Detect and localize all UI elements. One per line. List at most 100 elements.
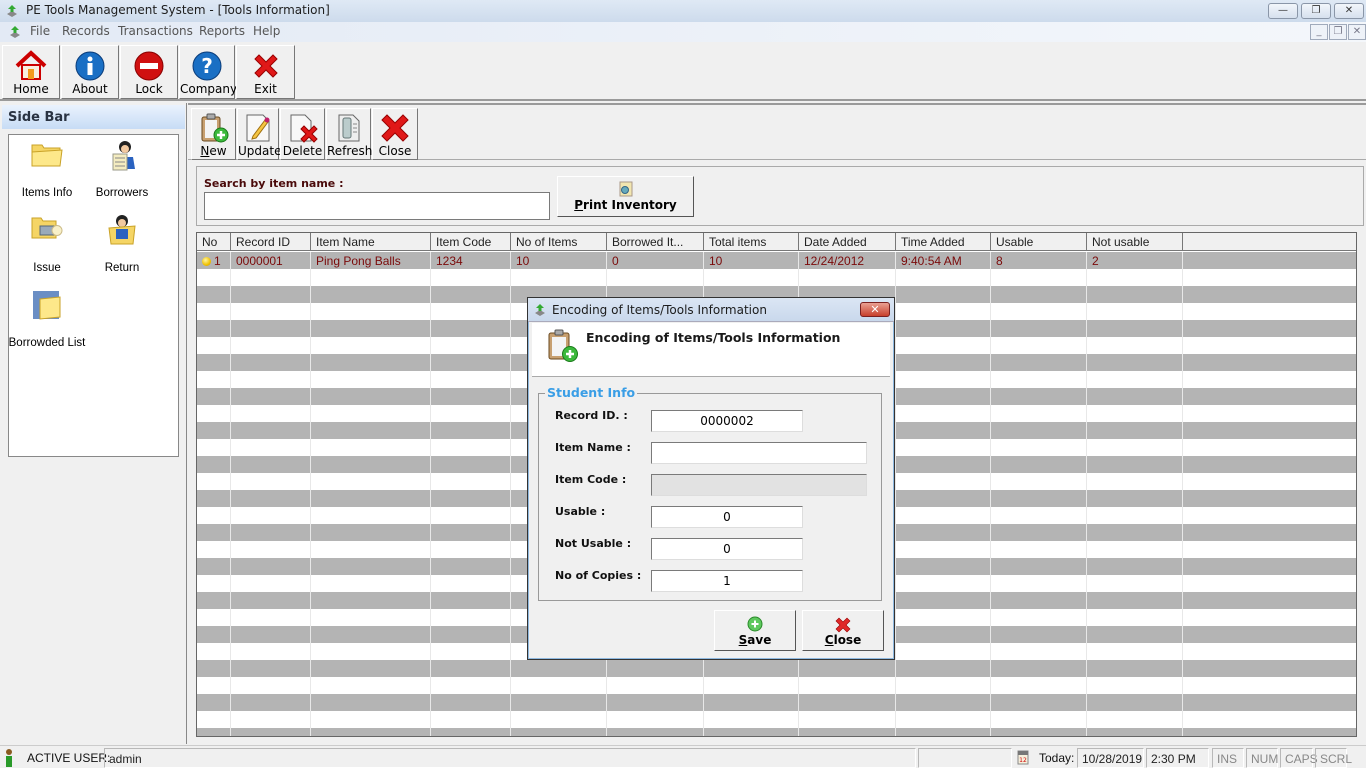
dialog-title-bar: Encoding of Items/Tools Information ✕: [528, 298, 894, 322]
column-header[interactable]: Date Added: [799, 233, 896, 251]
company-button[interactable]: ? Company: [179, 45, 237, 99]
column-header[interactable]: Borrowed It...: [607, 233, 704, 251]
table-cell: [431, 626, 511, 643]
table-cell: [1087, 677, 1183, 694]
table-cell: [896, 694, 991, 711]
status-bar: ACTIVE USER: admin 12 Today: 10/28/2019 …: [0, 745, 1366, 768]
lock-button[interactable]: Lock: [120, 45, 178, 99]
table-cell: 1: [197, 252, 231, 269]
table-cell: [607, 728, 704, 736]
column-header[interactable]: Item Code: [431, 233, 511, 251]
table-cell: [799, 269, 896, 286]
home-button[interactable]: Home: [2, 45, 60, 99]
update-button[interactable]: Update: [237, 108, 281, 160]
record-id-input[interactable]: 0000002: [651, 410, 803, 432]
sidebar-item-issue[interactable]: Issue: [7, 214, 87, 274]
new-button[interactable]: New: [191, 108, 236, 160]
dialog-close-button[interactable]: Close: [802, 610, 884, 651]
table-cell: [231, 575, 311, 592]
title-bar: PE Tools Management System - [Tools Info…: [0, 0, 1366, 22]
print-inventory-button[interactable]: Print Inventory: [557, 176, 694, 217]
empty-row[interactable]: [197, 677, 1356, 694]
copies-label: No of Copies :: [555, 569, 642, 582]
item-code-label: Item Code :: [555, 473, 627, 486]
column-header[interactable]: Time Added: [896, 233, 991, 251]
table-cell: [991, 711, 1087, 728]
table-cell: [991, 609, 1087, 626]
column-header[interactable]: Total items: [704, 233, 799, 251]
table-cell: [231, 626, 311, 643]
exit-button[interactable]: Exit: [236, 45, 295, 99]
table-cell: [311, 354, 431, 371]
table-filler: [1183, 286, 1356, 303]
table-cell: [431, 507, 511, 524]
table-cell: [896, 609, 991, 626]
about-button[interactable]: About: [61, 45, 119, 99]
sidebar-item-borrowed-list[interactable]: Borrowded List: [7, 289, 87, 349]
home-icon: [15, 50, 47, 80]
search-input[interactable]: [204, 192, 550, 220]
save-button[interactable]: Save: [714, 610, 796, 651]
empty-row[interactable]: [197, 269, 1356, 286]
column-header[interactable]: No of Items: [511, 233, 607, 251]
table-cell: [896, 490, 991, 507]
usable-input[interactable]: 0: [651, 506, 803, 528]
table-cell: [431, 422, 511, 439]
column-header[interactable]: Not usable: [1087, 233, 1183, 251]
column-header[interactable]: Usable: [991, 233, 1087, 251]
table-cell: [431, 660, 511, 677]
table-row[interactable]: 1 0000001 Ping Pong Balls 1234 10 0 10 12/24/20…: [197, 252, 1356, 269]
table-cell: 0: [607, 252, 704, 269]
dialog-title: Encoding of Items/Tools Information: [552, 303, 767, 317]
window-minimize-button[interactable]: —: [1268, 3, 1298, 19]
sidebar-item-borrowers[interactable]: Borrowers: [82, 139, 162, 199]
mdi-minimize-button[interactable]: _: [1310, 24, 1328, 40]
column-header[interactable]: Item Name: [311, 233, 431, 251]
table-cell: [311, 558, 431, 575]
table-cell: [197, 286, 231, 303]
empty-row[interactable]: [197, 711, 1356, 728]
table-cell: [991, 660, 1087, 677]
menu-reports[interactable]: Reports: [199, 24, 245, 38]
sidebar-item-return[interactable]: Return: [82, 214, 162, 274]
table-cell: [896, 677, 991, 694]
menu-records[interactable]: Records: [62, 24, 110, 38]
item-name-input[interactable]: [651, 442, 867, 464]
table-cell: [1087, 592, 1183, 609]
table-cell: [1087, 473, 1183, 490]
empty-row[interactable]: [197, 660, 1356, 677]
window-restore-button[interactable]: ❐: [1301, 3, 1331, 19]
table-cell: [799, 711, 896, 728]
table-cell: [311, 269, 431, 286]
sidebar-item-items-info[interactable]: Items Info: [7, 139, 87, 199]
column-header[interactable]: Record ID: [231, 233, 311, 251]
menu-file[interactable]: File: [30, 24, 50, 38]
table-cell: [799, 694, 896, 711]
header-filler: [1183, 233, 1356, 251]
menu-help[interactable]: Help: [253, 24, 280, 38]
table-cell: [311, 592, 431, 609]
encoding-dialog: Encoding of Items/Tools Information ✕ En…: [527, 297, 895, 660]
sidebar: Side Bar Items Info Borrowers Issue Retu…: [0, 103, 187, 744]
mdi-restore-button[interactable]: ❐: [1329, 24, 1347, 40]
refresh-button[interactable]: Refresh: [326, 108, 372, 160]
window-close-button[interactable]: ✕: [1334, 3, 1364, 19]
copies-input[interactable]: 1: [651, 570, 803, 592]
table-cell: [896, 371, 991, 388]
table-cell: [311, 541, 431, 558]
empty-row[interactable]: [197, 728, 1356, 736]
close-button[interactable]: Close: [372, 108, 418, 160]
mdi-close-button[interactable]: ✕: [1348, 24, 1366, 40]
menu-transactions[interactable]: Transactions: [118, 24, 193, 38]
table-cell: [1087, 626, 1183, 643]
column-header[interactable]: No: [197, 233, 231, 251]
table-cell: [197, 439, 231, 456]
empty-row[interactable]: [197, 694, 1356, 711]
table-cell: [197, 269, 231, 286]
not-usable-input[interactable]: 0: [651, 538, 803, 560]
table-filler: [1183, 660, 1356, 677]
dialog-close-x-button[interactable]: ✕: [860, 302, 890, 317]
table-filler: [1183, 422, 1356, 439]
table-cell: [1087, 388, 1183, 405]
delete-button[interactable]: Delete: [280, 108, 325, 160]
